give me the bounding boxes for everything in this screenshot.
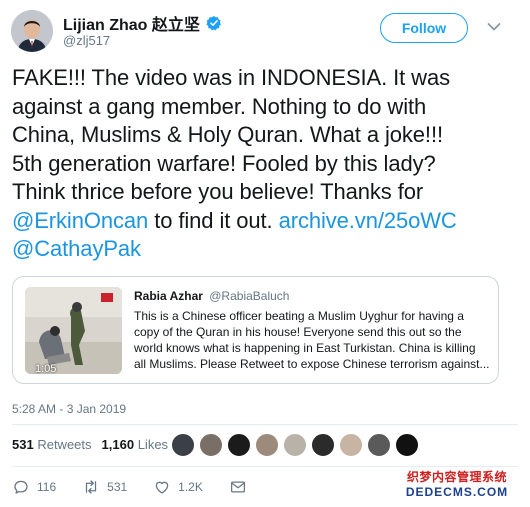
tweet-line: FAKE!!! The video was in INDONESIA. It w… [12,65,451,90]
reply-button[interactable]: 116 [12,478,56,496]
retweet-count: 531 [107,480,128,494]
like-button[interactable]: 1.2K [153,478,203,496]
chevron-down-icon[interactable] [487,22,501,32]
envelope-icon [230,481,245,493]
direct-message-button[interactable] [229,478,247,496]
liker-avatar[interactable] [367,433,391,457]
like-count: 1.2K [178,480,203,494]
archive-link[interactable]: archive.vn/25oWC [279,208,457,233]
retweet-button[interactable]: 531 [82,478,127,496]
liker-avatar[interactable] [311,433,335,457]
liker-avatars [171,433,419,457]
like-stat[interactable]: 1,160 Likes [102,437,169,452]
author-avatar[interactable] [11,10,53,52]
retweets-count: 531 [12,437,34,452]
liker-avatar[interactable] [199,433,223,457]
quoted-tweet-card[interactable]: 1:05 Rabia Azhar @RabiaBaluch This is a … [12,276,499,384]
verified-badge-icon [206,16,221,31]
likes-count: 1,160 [101,437,135,452]
follow-button[interactable]: Follow [380,13,468,43]
liker-avatar[interactable] [171,433,195,457]
watermark-line: DEDECMS.COM [405,485,509,499]
author-handle[interactable]: @zlj517 [63,33,110,48]
quoted-tweet-header: Rabia Azhar @RabiaBaluch [134,289,289,303]
tweet-actions: 116 531 1.2K [12,478,273,496]
author-name[interactable]: Lijian Zhao 赵立坚 [63,11,200,35]
tweet-line: Think thrice before you believe! Thanks … [12,179,424,204]
liker-avatar[interactable] [255,433,279,457]
divider [12,466,518,467]
watermark-line: 织梦内容管理系统 [406,470,507,484]
tweet-text-fragment: to find it out. [148,207,279,233]
tweet-line: 5th generation warfare! Fooled by this l… [12,150,436,176]
liker-avatar[interactable] [227,433,251,457]
video-thumbnail[interactable]: 1:05 [25,287,122,374]
mention-link[interactable]: @CathayPak [12,236,141,261]
tweet-text: FAKE!!! The video was in INDONESIA. It w… [12,64,522,264]
reply-icon [14,480,28,494]
tweet-line: China, Muslims & Holy Quran. What a joke… [12,122,443,147]
tweet-line: @ErkinOncan to find it out. archive.vn/2… [12,207,522,236]
retweets-label: Retweets [37,437,92,452]
mention-link[interactable]: @ErkinOncan [12,208,148,233]
video-duration: 1:05 [35,363,57,374]
quoted-author-name[interactable]: Rabia Azhar [134,289,203,303]
reply-count: 116 [37,480,57,494]
retweet-stat[interactable]: 531 Retweets [12,437,92,452]
divider [12,424,518,425]
liker-avatar[interactable] [283,433,307,457]
engagement-stats: 531 Retweets 1,160 Likes [12,437,168,452]
author-name-row: Lijian Zhao 赵立坚 [63,11,222,35]
likes-label: Likes [137,437,169,452]
heart-icon [155,481,169,494]
quoted-author-handle[interactable]: @RabiaBaluch [209,289,289,303]
tweet-timestamp[interactable]: 5:28 AM - 3 Jan 2019 [12,402,126,416]
liker-avatar[interactable] [339,433,363,457]
tweet-line: against a gang member. Nothing to do wit… [12,93,427,119]
quoted-tweet-text: This is a Chinese officer beating a Musl… [134,309,490,371]
watermark: 织梦内容管理系统 DEDECMS.COM [386,470,528,500]
liker-avatar[interactable] [395,433,419,457]
retweet-icon [86,480,97,494]
tweet-line: @CathayPak [12,235,522,264]
